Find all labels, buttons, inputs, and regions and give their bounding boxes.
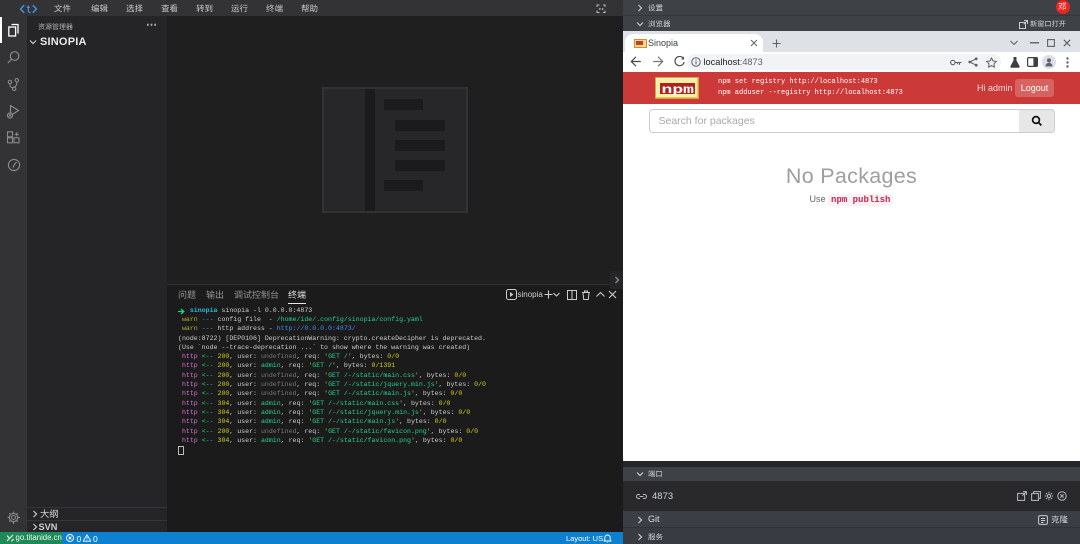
svg-text:npm: npm xyxy=(661,83,694,96)
